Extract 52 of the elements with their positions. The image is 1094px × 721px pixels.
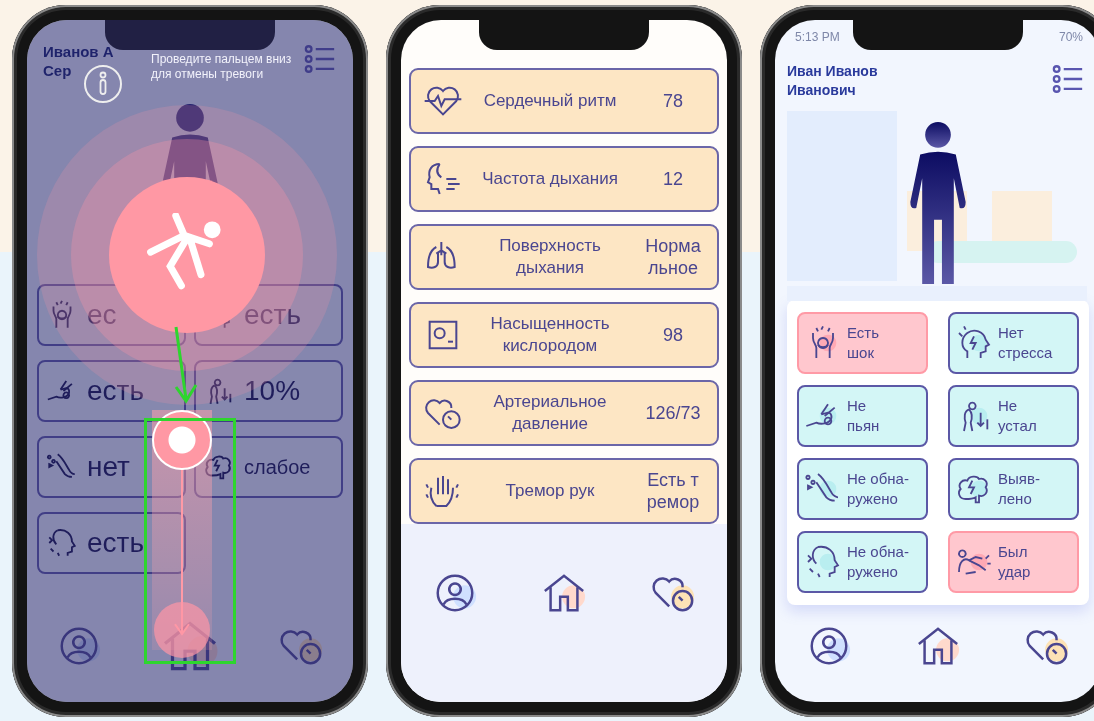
status-time: 5:13 PM <box>795 30 840 46</box>
metric-value: 98 <box>662 324 684 346</box>
status-value: ес <box>87 299 117 331</box>
metric-label: Артериальное давление <box>492 391 608 435</box>
status-text: Есть шок <box>847 322 880 363</box>
status-tile[interactable]: Не обна- ружено <box>797 530 928 593</box>
user-name: Иван Иванов Иванович <box>787 61 878 100</box>
user-name: Сер <box>43 61 73 80</box>
metric-value: 12 <box>662 168 684 190</box>
metric-label: Тремор рук <box>504 480 596 502</box>
metric-card[interactable]: Сердечный ритм 78 <box>409 68 719 134</box>
status-value: есть <box>87 375 144 407</box>
metric-label: Сердечный ритм <box>482 90 618 112</box>
status-text: Не устал <box>998 395 1037 436</box>
status-text: Не обна- ружено <box>847 468 909 509</box>
status-tile[interactable]: Не пьян <box>797 384 928 447</box>
metric-value: Норма льное <box>644 235 702 279</box>
status-value: слабое <box>244 455 311 479</box>
status-value: есть <box>244 299 301 331</box>
metric-label: Поверхность дыхания <box>498 235 602 279</box>
metric-value: 126/73 <box>644 402 702 424</box>
status-tile[interactable]: Нет стресса <box>948 311 1079 374</box>
metric-value: 78 <box>662 90 684 112</box>
status-tile[interactable]: Не устал <box>948 384 1079 447</box>
status-text: Не обна- ружено <box>847 541 909 582</box>
swipe-target <box>154 602 210 658</box>
metric-label: Частота дыхания <box>481 168 619 190</box>
metric-card[interactable]: Насыщенность кислородом 98 <box>409 302 719 368</box>
status-tile[interactable]: Есть шок <box>797 311 928 374</box>
metric-card[interactable]: Артериальное давление 126/73 <box>409 380 719 446</box>
status-tile[interactable]: 10% <box>194 360 343 422</box>
status-text: Не пьян <box>847 395 880 436</box>
info-icon[interactable] <box>83 64 123 104</box>
status-value: 10% <box>244 375 301 407</box>
metric-label: Насыщенность кислородом <box>489 313 611 357</box>
hint-text: Проведите пальцем вниз для отмены тревоги <box>151 52 293 82</box>
status-text: Выяв- лено <box>998 468 1040 509</box>
metric-card[interactable]: Поверхность дыхания Норма льное <box>409 224 719 290</box>
status-text: Был удар <box>998 541 1031 582</box>
status-tile[interactable]: Был удар <box>948 530 1079 593</box>
user-name: Иванов А <box>43 42 114 61</box>
metric-card[interactable]: Тремор рук Есть т ремор <box>409 458 719 524</box>
status-tile[interactable]: есть <box>37 512 186 574</box>
status-tile[interactable]: Выяв- лено <box>948 457 1079 520</box>
menu-icon[interactable] <box>303 42 337 76</box>
status-value: нет <box>87 451 130 483</box>
metric-value: Есть т ремор <box>645 469 701 513</box>
status-value: есть <box>87 527 144 559</box>
metric-card[interactable]: Частота дыхания 12 <box>409 146 719 212</box>
status-text: Нет стресса <box>998 322 1053 363</box>
battery-level: 70% <box>1058 30 1083 46</box>
status-tile[interactable]: Не обна- ружено <box>797 457 928 520</box>
